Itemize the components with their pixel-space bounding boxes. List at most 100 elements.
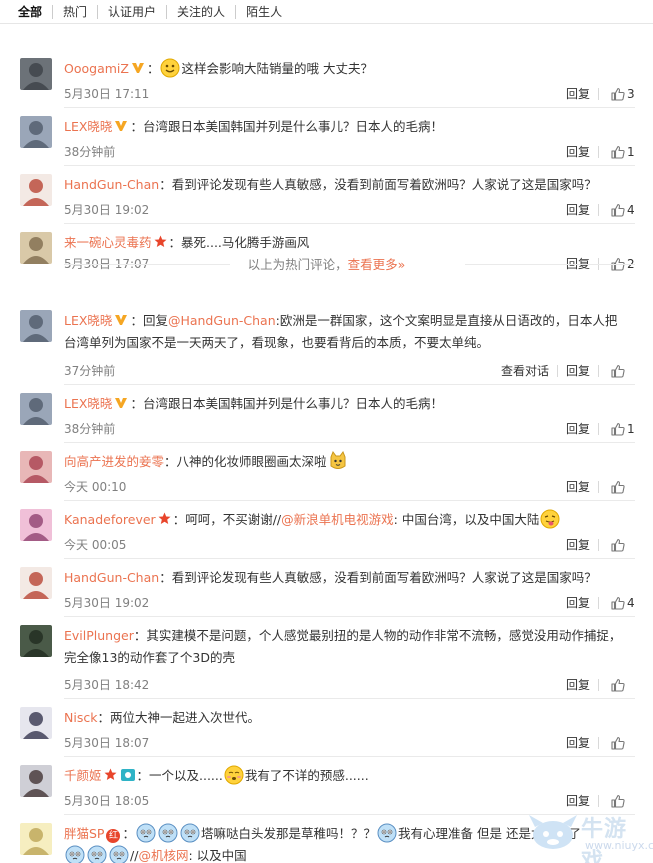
like-button[interactable]: 4 bbox=[599, 203, 635, 217]
comment-body: Nisck：两位大神一起进入次世代。 bbox=[64, 707, 635, 729]
comment-text: ：两位大神一起进入次世代。 bbox=[97, 710, 260, 725]
comment-author[interactable]: EvilPlunger bbox=[64, 628, 134, 643]
like-button[interactable]: 1 bbox=[599, 422, 635, 436]
avatar-image bbox=[20, 823, 52, 855]
comment-body: 向高产进发的妾零：八神的化妆师眼圈画太深啦 bbox=[64, 451, 635, 473]
avatar-image bbox=[20, 707, 52, 739]
avatar[interactable] bbox=[20, 823, 52, 855]
comment-text: 我有了不详的预感...... bbox=[244, 768, 369, 783]
reply-button[interactable]: 回复 bbox=[558, 362, 598, 379]
reply-button[interactable]: 回复 bbox=[558, 676, 598, 693]
hot-comments-separator: 以上为热门评论，查看更多» bbox=[0, 254, 653, 274]
comment-item: Nisck：两位大神一起进入次世代。 5月30日 18:07 回复 bbox=[0, 699, 653, 757]
avatar[interactable] bbox=[20, 393, 52, 425]
thumbs-up-icon bbox=[611, 145, 625, 159]
avatar[interactable] bbox=[20, 707, 52, 739]
like-button[interactable] bbox=[599, 364, 635, 378]
like-button[interactable] bbox=[599, 678, 635, 692]
comment-author[interactable]: LEX晓晓 bbox=[64, 396, 112, 411]
tab-hot[interactable]: 热门 bbox=[52, 4, 97, 19]
avatar[interactable] bbox=[20, 765, 52, 797]
comment-author[interactable]: HandGun-Chan bbox=[64, 177, 159, 192]
like-count: 4 bbox=[627, 595, 635, 610]
face-emoji-icon bbox=[109, 845, 129, 863]
comment-actions: 回复 bbox=[558, 478, 635, 495]
comment-actions: 回复 4 bbox=[558, 201, 635, 218]
comment-text: : 以及中国 bbox=[188, 848, 247, 863]
comment-actions: 回复 bbox=[558, 792, 635, 809]
comment-body: LEX晓晓 ：台湾跟日本美国韩国并列是什么事儿？日本人的毛病！ bbox=[64, 393, 635, 415]
comment-author[interactable]: 向高产进发的妾零 bbox=[64, 454, 164, 469]
comment-author[interactable]: LEX晓晓 bbox=[64, 313, 112, 328]
comment-author[interactable]: 胖猫SP bbox=[64, 826, 104, 841]
like-button[interactable] bbox=[599, 736, 635, 750]
comment-author[interactable]: Kanadeforever bbox=[64, 512, 156, 527]
like-button[interactable]: 1 bbox=[599, 145, 635, 159]
site-watermark: 牛游戏 www.niuyx.com bbox=[525, 809, 653, 863]
comment-text: ：八神的化妆师眼圈画太深啦 bbox=[164, 454, 327, 469]
face-emoji-icon bbox=[377, 823, 397, 843]
see-more-link[interactable]: 查看更多» bbox=[348, 257, 406, 272]
avatar[interactable] bbox=[20, 567, 52, 599]
tab-following[interactable]: 关注的人 bbox=[166, 4, 235, 19]
comment-author[interactable]: LEX晓晓 bbox=[64, 119, 112, 134]
mention-link[interactable]: @机核网 bbox=[138, 848, 188, 863]
avatar[interactable] bbox=[20, 58, 52, 90]
mention-link[interactable]: @HandGun-Chan bbox=[168, 313, 276, 328]
avatar-image bbox=[20, 58, 52, 90]
comment-item: 千颜姬 ：一个以及...... 我有了不详的预感...... 5月30日 18:05 回… bbox=[0, 757, 653, 815]
avatar[interactable] bbox=[20, 625, 52, 657]
thumbs-up-icon bbox=[611, 538, 625, 552]
comment-body: HandGun-Chan：看到评论发现有些人真敏感，没看到前面写着欧洲吗？人家说… bbox=[64, 567, 635, 589]
comment-author[interactable]: HandGun-Chan bbox=[64, 570, 159, 585]
tab-strangers[interactable]: 陌生人 bbox=[235, 4, 292, 19]
like-button[interactable] bbox=[599, 538, 635, 552]
comment-item: 向高产进发的妾零：八神的化妆师眼圈画太深啦 今天 00:10 回复 bbox=[0, 443, 653, 501]
avatar-image bbox=[20, 116, 52, 148]
avatar[interactable] bbox=[20, 174, 52, 206]
reply-button[interactable]: 回复 bbox=[558, 143, 598, 160]
comment-line: EvilPlunger：其实建模不是问题，个人感觉最别扭的是人物的动作非常不流畅… bbox=[64, 625, 635, 647]
comment-author[interactable]: Nisck bbox=[64, 710, 97, 725]
mention-link[interactable]: @新浪单机电视游戏 bbox=[281, 512, 394, 527]
comment-line: LEX晓晓 ：台湾跟日本美国韩国并列是什么事儿？日本人的毛病！ bbox=[64, 116, 635, 138]
comment-actions: 查看对话 回复 bbox=[493, 362, 635, 379]
like-count: 1 bbox=[627, 421, 635, 436]
reply-button[interactable]: 回复 bbox=[558, 734, 598, 751]
comment-text: ：看到评论发现有些人真敏感，没看到前面写着欧洲吗？人家说了这是国家吗？ bbox=[159, 177, 597, 192]
like-button[interactable] bbox=[599, 794, 635, 808]
comment-author[interactable]: OoogamiZ bbox=[64, 61, 129, 76]
tab-all[interactable]: 全部 bbox=[18, 5, 52, 19]
view-conversation-link[interactable]: 查看对话 bbox=[493, 362, 557, 379]
star-badge-icon bbox=[104, 768, 117, 780]
avatar-image bbox=[20, 174, 52, 206]
comment-text: ：看到评论发现有些人真敏感，没看到前面写着欧洲吗？人家说了这是国家吗？ bbox=[159, 570, 597, 585]
comment-line: Kanadeforever ：呵呵，不买谢谢//@新浪单机电视游戏: 中国台湾，以… bbox=[64, 509, 635, 531]
reply-button[interactable]: 回复 bbox=[558, 85, 598, 102]
reply-button[interactable]: 回复 bbox=[558, 594, 598, 611]
avatar[interactable] bbox=[20, 116, 52, 148]
avatar[interactable] bbox=[20, 509, 52, 541]
comment-author[interactable]: 千颜姬 bbox=[64, 768, 102, 783]
comment-line: OoogamiZ ： 这样会影响大陆销量的哦 大丈夫？ bbox=[64, 58, 635, 80]
smile-emoji-icon bbox=[160, 58, 180, 78]
avatar[interactable] bbox=[20, 451, 52, 483]
reply-button[interactable]: 回复 bbox=[558, 536, 598, 553]
like-button[interactable]: 3 bbox=[599, 87, 635, 101]
reply-button[interactable]: 回复 bbox=[558, 420, 598, 437]
like-button[interactable]: 4 bbox=[599, 596, 635, 610]
reply-button[interactable]: 回复 bbox=[558, 201, 598, 218]
avatar-image bbox=[20, 567, 52, 599]
thumbs-up-icon bbox=[611, 794, 625, 808]
thumbs-up-icon bbox=[611, 678, 625, 692]
avatar[interactable] bbox=[20, 310, 52, 342]
verified-v-icon bbox=[115, 121, 128, 131]
comment-author[interactable]: 来一碗心灵毒药 bbox=[64, 235, 152, 250]
comment-timestamp: 5月30日 18:42 bbox=[64, 678, 150, 692]
like-button[interactable] bbox=[599, 480, 635, 494]
tab-verified[interactable]: 认证用户 bbox=[97, 4, 166, 19]
comment-item: OoogamiZ ： 这样会影响大陆销量的哦 大丈夫？ 5月30日 17:11 回复 3 bbox=[0, 50, 653, 108]
comment-line: LEX晓晓 ：台湾跟日本美国韩国并列是什么事儿？日本人的毛病！ bbox=[64, 393, 635, 415]
reply-button[interactable]: 回复 bbox=[558, 792, 598, 809]
reply-button[interactable]: 回复 bbox=[558, 478, 598, 495]
